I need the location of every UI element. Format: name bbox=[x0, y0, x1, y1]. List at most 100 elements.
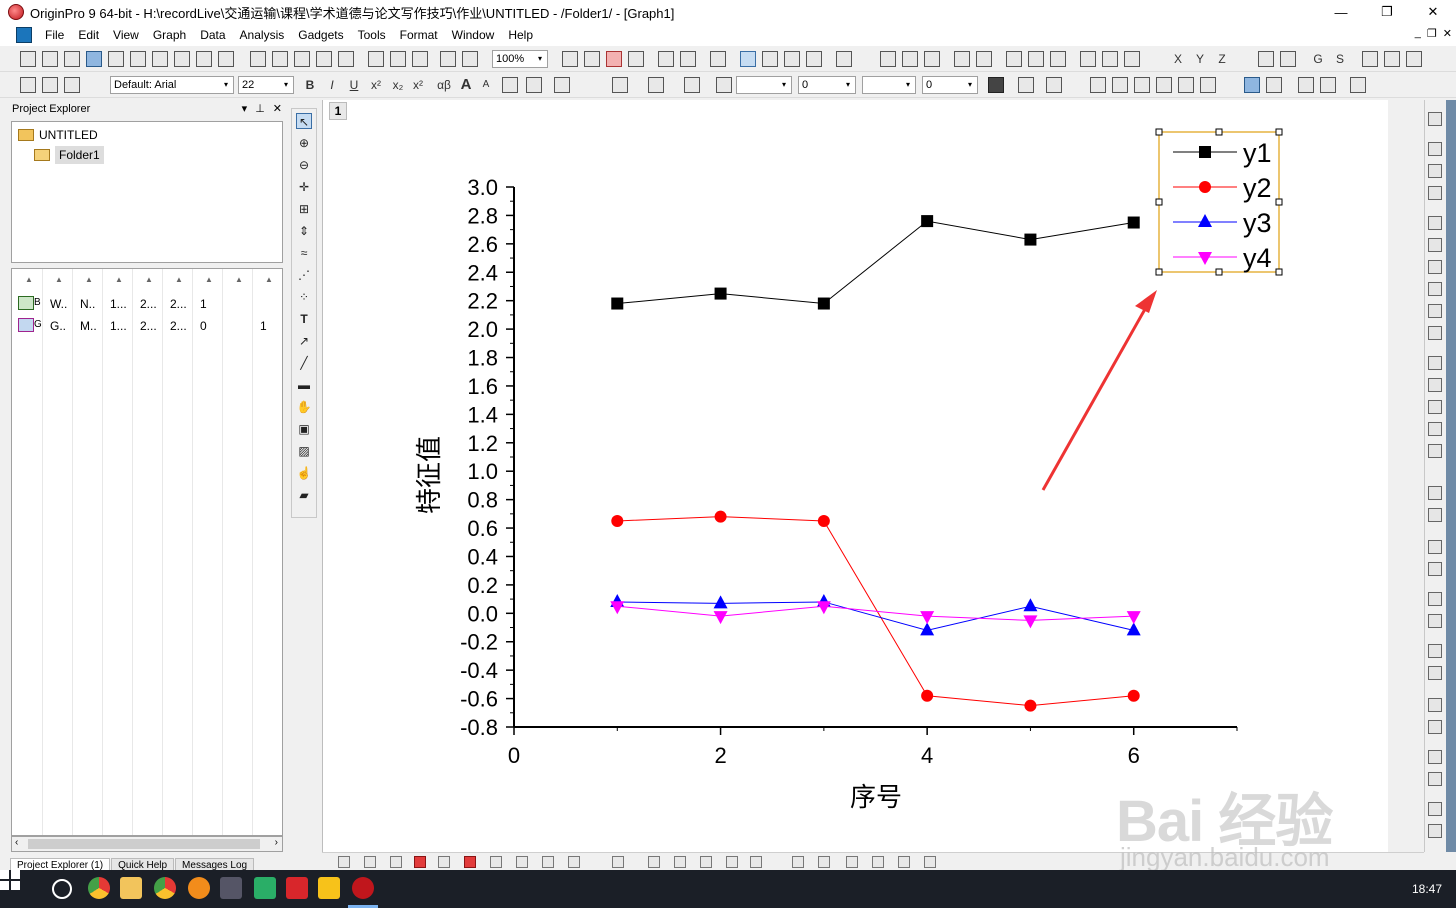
menu-file[interactable]: File bbox=[38, 24, 71, 46]
media-icon[interactable] bbox=[220, 877, 242, 899]
data-reader-icon[interactable]: ✛ bbox=[296, 179, 312, 195]
import-ascii-icon[interactable] bbox=[390, 51, 406, 67]
next-page-icon[interactable] bbox=[1406, 51, 1422, 67]
underline-button[interactable]: U bbox=[346, 77, 362, 93]
line-style-combo[interactable]: ▾ bbox=[736, 76, 792, 94]
new-graph-icon[interactable] bbox=[86, 51, 102, 67]
code-builder-icon[interactable] bbox=[658, 51, 674, 67]
hand-tool-icon[interactable]: ✋ bbox=[296, 399, 312, 415]
axis-red-icon[interactable] bbox=[1428, 326, 1442, 340]
import-multiple-icon[interactable] bbox=[412, 51, 428, 67]
file-explorer-icon[interactable] bbox=[120, 877, 142, 899]
line-symbol-icon[interactable] bbox=[390, 856, 402, 868]
line-tool-icon[interactable]: ╱ bbox=[296, 355, 312, 371]
scroll-right-icon[interactable]: › bbox=[275, 837, 278, 848]
stack-icon[interactable] bbox=[818, 856, 830, 868]
draw-data-icon[interactable]: ≈ bbox=[296, 245, 312, 261]
graph-window-icon[interactable] bbox=[16, 27, 32, 43]
scrollbar-thumb[interactable] bbox=[28, 839, 260, 849]
menu-format[interactable]: Format bbox=[393, 24, 445, 46]
group-objects-icon[interactable] bbox=[1134, 77, 1150, 93]
chrome-icon[interactable] bbox=[88, 877, 110, 899]
object-back-icon[interactable] bbox=[1112, 77, 1128, 93]
recalculate-icon[interactable] bbox=[440, 51, 456, 67]
arrange-icon[interactable] bbox=[1428, 508, 1442, 522]
legend-tool-icon[interactable] bbox=[1428, 186, 1442, 200]
surface-plot-icon[interactable] bbox=[612, 856, 624, 868]
zoom-combo[interactable]: 100% ▾ bbox=[492, 50, 548, 68]
sort-arrow-icon[interactable]: ▲ bbox=[145, 275, 153, 284]
align-middle-icon[interactable] bbox=[1428, 666, 1442, 680]
mdi-minimize-button[interactable]: _ bbox=[1415, 27, 1421, 40]
command-window-icon[interactable] bbox=[680, 51, 696, 67]
decrease-font-button[interactable]: A bbox=[478, 77, 494, 93]
area-plot-icon[interactable] bbox=[438, 856, 450, 868]
menu-graph[interactable]: Graph bbox=[146, 24, 193, 46]
superscript2-button[interactable]: x² bbox=[410, 77, 426, 93]
results-log-icon[interactable] bbox=[740, 51, 756, 67]
filter-edit-icon[interactable] bbox=[1124, 51, 1140, 67]
align-bottom-icon[interactable] bbox=[1428, 614, 1442, 628]
line-plot-icon[interactable] bbox=[338, 856, 350, 868]
rescale-icon[interactable] bbox=[1320, 77, 1336, 93]
bring-front-icon[interactable] bbox=[1428, 698, 1442, 712]
restore-button[interactable]: ❐ bbox=[1364, 0, 1410, 24]
tab-project-explorer[interactable]: Project Explorer (1) bbox=[10, 858, 111, 870]
y-column-button[interactable]: Y bbox=[1192, 51, 1208, 67]
sort-arrow-icon[interactable]: ▲ bbox=[55, 275, 63, 284]
axis-both-icon[interactable] bbox=[1428, 304, 1442, 318]
resize-icon[interactable] bbox=[1428, 802, 1442, 816]
tab-quick-help[interactable]: Quick Help bbox=[111, 858, 175, 870]
column-chart-icon[interactable] bbox=[1028, 51, 1044, 67]
menu-window[interactable]: Window bbox=[445, 24, 502, 46]
horizontal-scrollbar[interactable]: ‹ › bbox=[11, 836, 283, 852]
tab-messages-log[interactable]: Messages Log bbox=[175, 858, 255, 870]
windows-start-icon[interactable] bbox=[0, 870, 20, 890]
image-tool-icon[interactable]: ▨ bbox=[296, 443, 312, 459]
box-plot-icon[interactable] bbox=[542, 856, 554, 868]
ternary-plot-icon[interactable] bbox=[568, 856, 580, 868]
regional-mask-icon[interactable]: ⋰ bbox=[296, 267, 312, 283]
wps-icon[interactable] bbox=[286, 877, 308, 899]
3d-scatter-icon[interactable] bbox=[700, 856, 712, 868]
new-legend-icon[interactable] bbox=[1428, 378, 1442, 392]
group-button[interactable]: G bbox=[1310, 51, 1326, 67]
import-wizard-icon[interactable] bbox=[368, 51, 384, 67]
sort-arrow-icon[interactable]: ▲ bbox=[25, 275, 33, 284]
contour-plot-icon[interactable] bbox=[648, 856, 660, 868]
extract-icon[interactable] bbox=[1428, 540, 1442, 554]
bold-button[interactable]: B bbox=[302, 77, 318, 93]
sum-icon[interactable] bbox=[880, 51, 896, 67]
new-notes-icon[interactable] bbox=[152, 51, 168, 67]
pattern-combo[interactable]: 0 ▾ bbox=[922, 76, 978, 94]
copy-icon[interactable] bbox=[42, 77, 58, 93]
swap-icon[interactable] bbox=[1298, 77, 1314, 93]
bar-plot-icon[interactable] bbox=[464, 856, 476, 868]
minimize-button[interactable]: — bbox=[1318, 0, 1364, 24]
sort-arrow-icon[interactable]: ▲ bbox=[235, 275, 243, 284]
annotation-tool-icon[interactable]: ☝ bbox=[296, 465, 312, 481]
line-width-combo[interactable]: 0 ▾ bbox=[798, 76, 856, 94]
refresh-icon[interactable] bbox=[584, 51, 600, 67]
zoom-in-icon[interactable]: ⊕ bbox=[296, 135, 312, 151]
timestamp-icon[interactable] bbox=[1428, 422, 1442, 436]
new-excel-icon[interactable] bbox=[64, 51, 80, 67]
open-icon[interactable] bbox=[250, 51, 266, 67]
first-page-icon[interactable] bbox=[1362, 51, 1378, 67]
lock-icon[interactable] bbox=[1350, 77, 1366, 93]
font-combo[interactable]: Default: Arial ▾ bbox=[110, 76, 234, 94]
axis-top-icon[interactable] bbox=[1428, 238, 1442, 252]
screen-reader-icon[interactable]: ⊞ bbox=[296, 201, 312, 217]
batch-icon[interactable] bbox=[462, 51, 478, 67]
distribute-v-icon[interactable] bbox=[1428, 772, 1442, 786]
axis-left-icon[interactable] bbox=[1428, 260, 1442, 274]
new-function-icon[interactable] bbox=[130, 51, 146, 67]
menu-analysis[interactable]: Analysis bbox=[233, 24, 292, 46]
eraser-tool-icon[interactable]: ▰ bbox=[296, 487, 312, 503]
image-plot-icon[interactable] bbox=[750, 856, 762, 868]
region-tool-icon[interactable]: ▣ bbox=[296, 421, 312, 437]
unmask-icon[interactable] bbox=[1266, 77, 1282, 93]
zoom-out-icon[interactable]: ⊖ bbox=[296, 157, 312, 173]
close-button[interactable]: ✕ bbox=[1410, 0, 1456, 24]
disregard-column-icon[interactable] bbox=[1280, 51, 1296, 67]
